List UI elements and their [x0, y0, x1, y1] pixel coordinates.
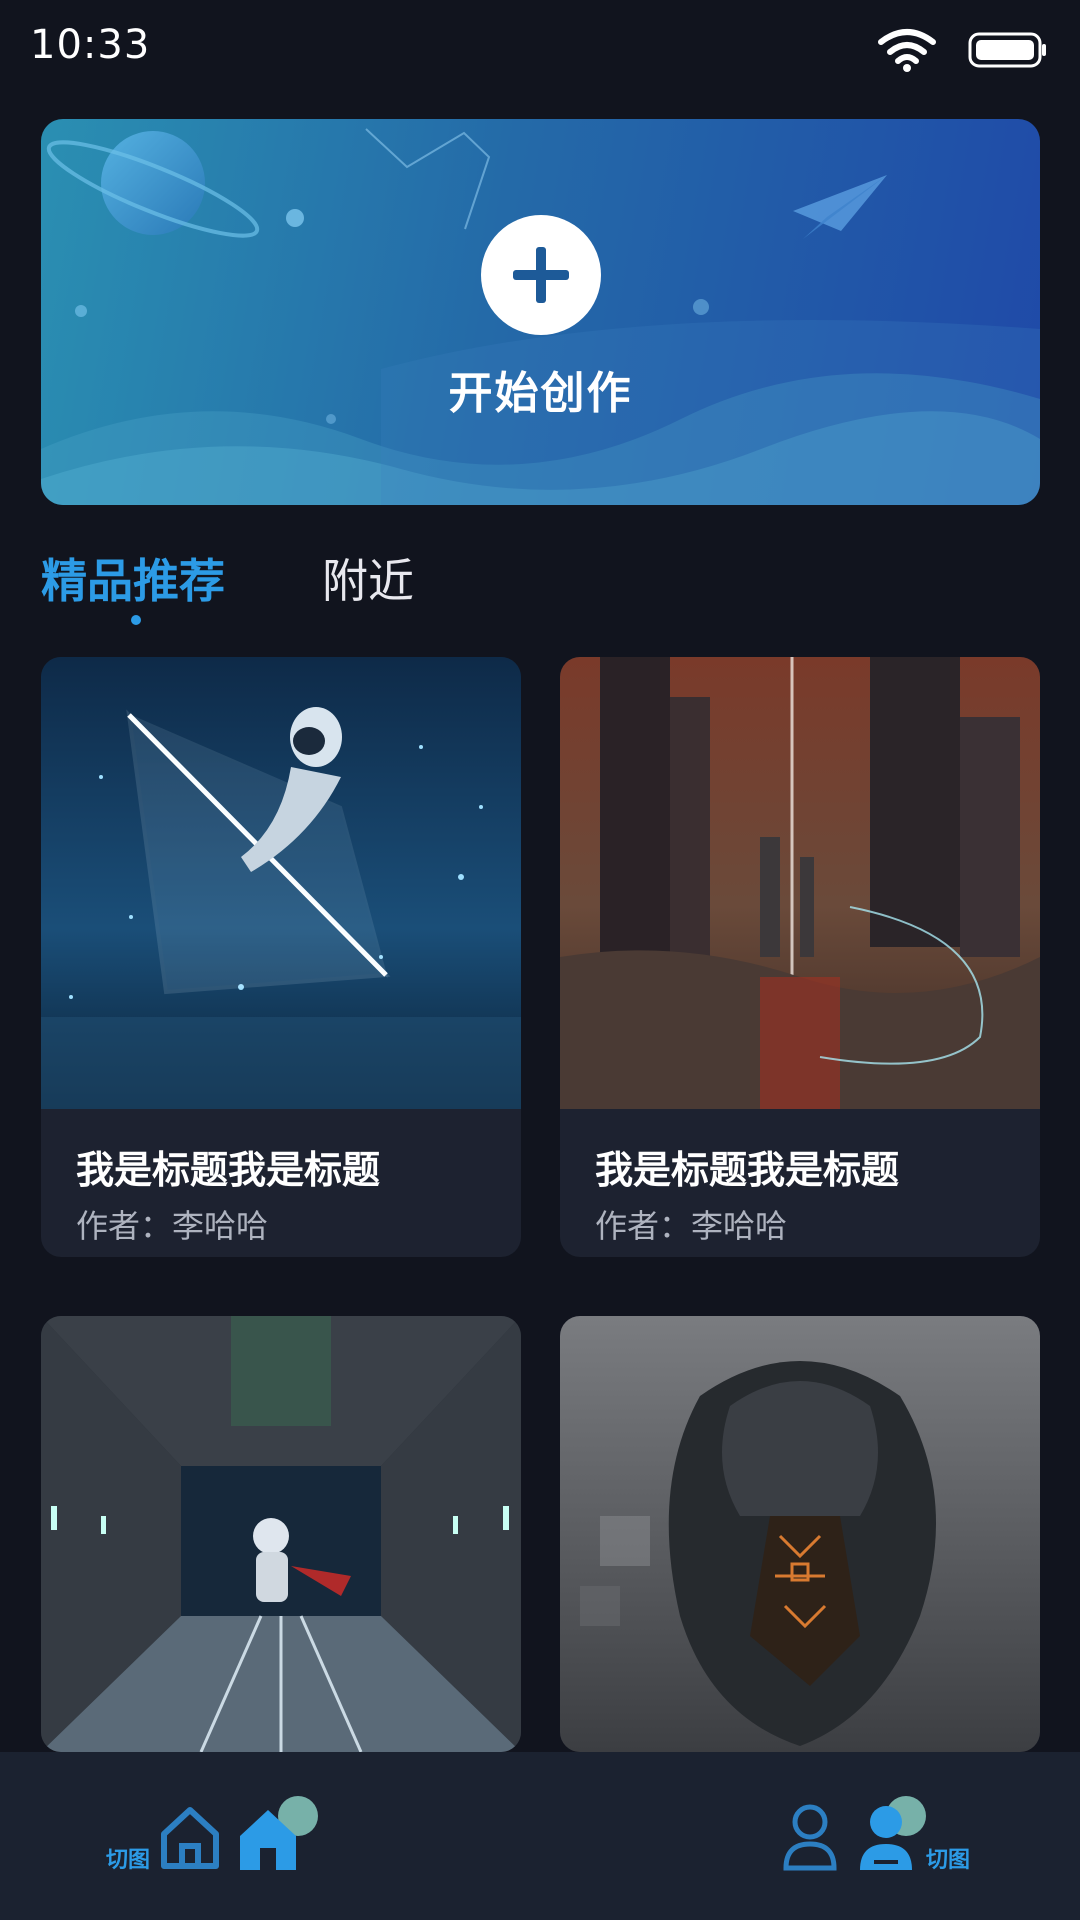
user-filled-icon[interactable]	[858, 1796, 928, 1872]
nav-label-right: 切图	[926, 1848, 971, 1873]
card-author: 作者：李哈哈	[76, 1207, 269, 1245]
card-image-astronaut-corridor	[41, 1316, 521, 1752]
card-title: 我是标题我是标题	[76, 1148, 381, 1192]
status-time: 10:33	[30, 22, 151, 68]
home-filled-icon[interactable]	[236, 1796, 322, 1872]
bottom-nav: 切图 切图	[0, 1752, 1080, 1920]
battery-icon	[968, 32, 1046, 68]
tab-featured[interactable]: 精品推荐	[41, 545, 225, 611]
card-info: 我是标题我是标题 作者：李哈哈	[560, 1109, 1040, 1257]
nav-label-left: 切图	[106, 1848, 151, 1873]
status-bar: 10:33	[0, 0, 1080, 100]
card-image-sci-fi-city	[560, 657, 1040, 1109]
plus-icon	[513, 247, 569, 303]
card-image-robot-head	[560, 1316, 1040, 1752]
content-card[interactable]	[41, 1316, 521, 1752]
content-card[interactable]	[560, 1316, 1040, 1752]
create-banner[interactable]: 开始创作	[41, 119, 1040, 505]
create-label: 开始创作	[448, 368, 633, 419]
card-info: 我是标题我是标题 作者：李哈哈	[41, 1109, 521, 1257]
tab-nearby[interactable]: 附近	[322, 545, 414, 611]
content-card[interactable]: 我是标题我是标题 作者：李哈哈	[41, 657, 521, 1257]
card-image-astronaut-prism	[41, 657, 521, 1109]
create-plus-button[interactable]	[481, 215, 601, 335]
content-card[interactable]: 我是标题我是标题 作者：李哈哈	[560, 657, 1040, 1257]
active-tab-indicator	[131, 615, 141, 625]
card-title: 我是标题我是标题	[595, 1148, 900, 1192]
home-outline-icon[interactable]	[158, 1804, 222, 1870]
user-outline-icon[interactable]	[782, 1802, 838, 1872]
wifi-icon	[878, 29, 936, 72]
card-author: 作者：李哈哈	[595, 1207, 788, 1245]
